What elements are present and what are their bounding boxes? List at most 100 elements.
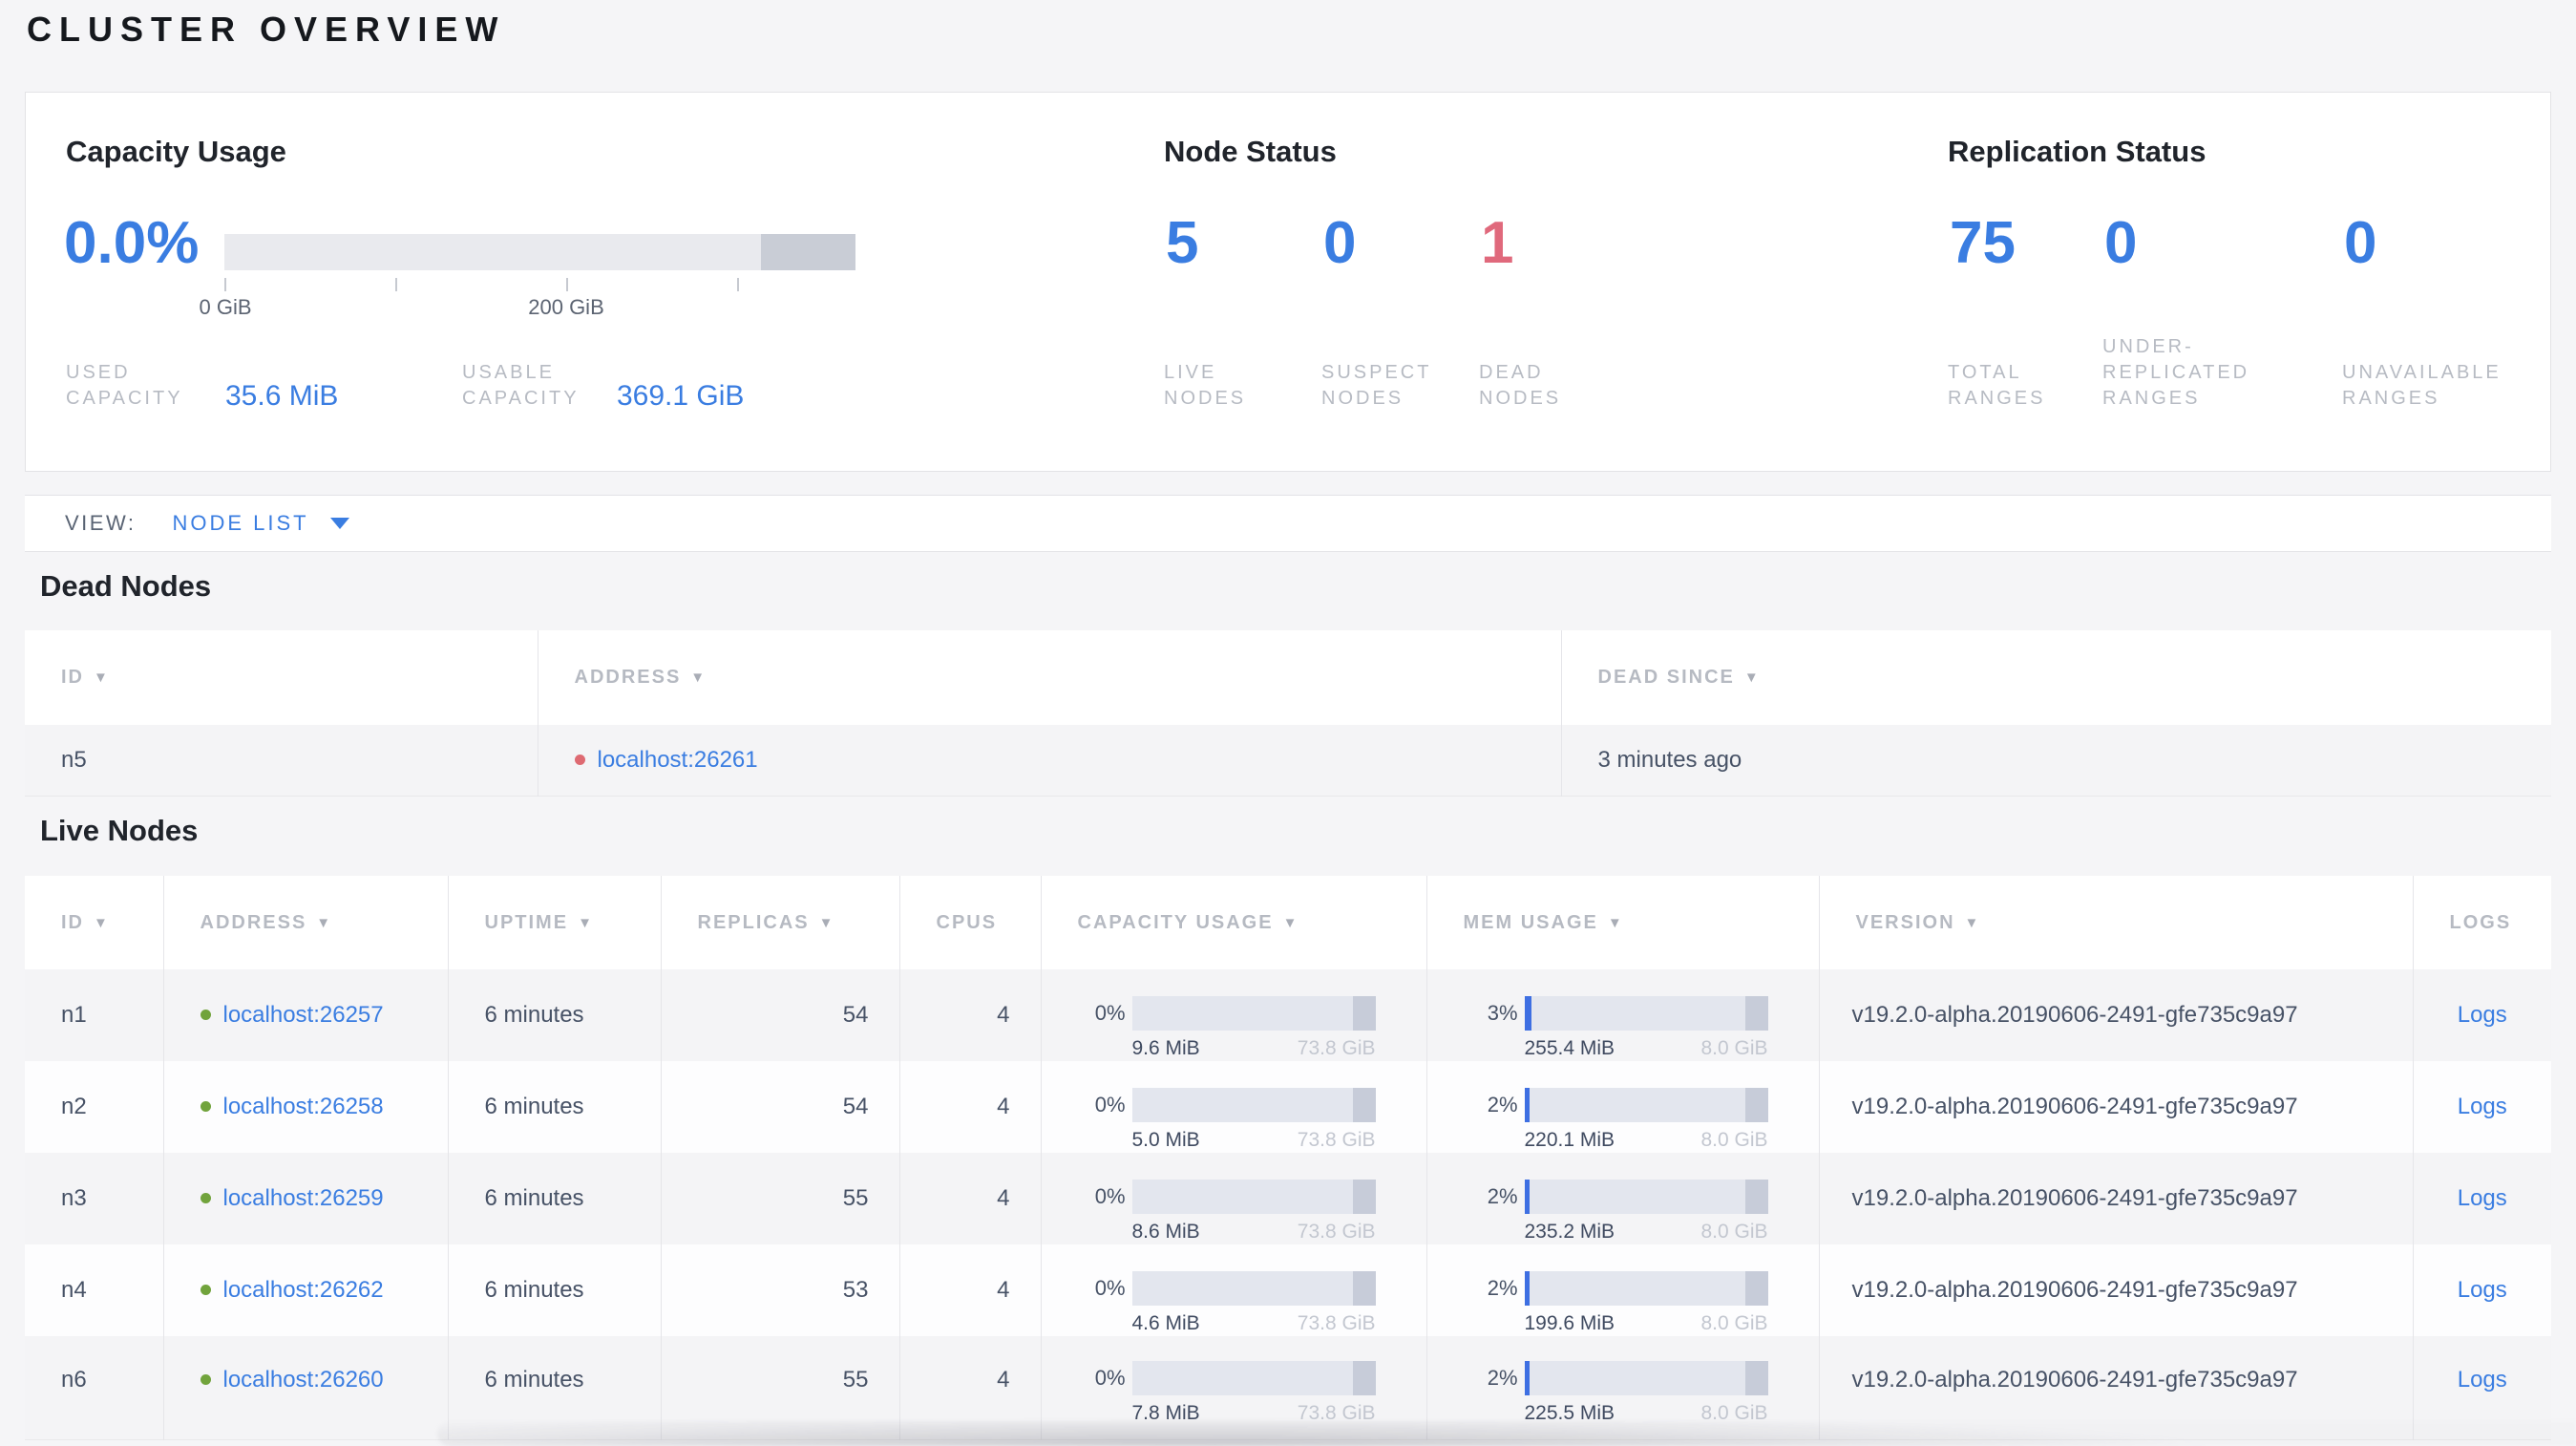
logs-link[interactable]: Logs xyxy=(2458,1367,2507,1393)
version-cell: v19.2.0-alpha.20190606-2491-gfe735c9a97 xyxy=(1818,1153,2413,1244)
dead-nodes-header-row: ID ADDRESS DEAD SINCE xyxy=(25,630,2551,725)
cpus-cell: 4 xyxy=(898,1153,1041,1244)
mem-usage-bar xyxy=(1524,995,1768,1031)
live-col-replicas[interactable]: REPLICAS xyxy=(660,876,899,969)
uptime-cell: 6 minutes xyxy=(447,969,661,1061)
node-id-cell: n3 xyxy=(25,1153,163,1244)
capacity-axis-tick xyxy=(395,278,397,291)
dead-nodes-title: Dead Nodes xyxy=(40,569,212,603)
cpus-cell: 4 xyxy=(898,1061,1041,1153)
dead-nodes-count: 1 xyxy=(1481,210,1514,276)
node-address-link[interactable]: localhost:26259 xyxy=(223,1185,384,1211)
capacity-axis-label-0: 0 GiB xyxy=(199,295,252,319)
capacity-usage-bar xyxy=(1131,1087,1376,1122)
node-status-heading: Node Status xyxy=(1164,135,1337,168)
usable-capacity-value: 369.1 GiB xyxy=(617,380,745,412)
unavailable-ranges-count: 0 xyxy=(2344,210,2377,276)
table-row: n1 localhost:26257 6 minutes 54 4 0% 9.6… xyxy=(25,969,2551,1061)
sort-desc-icon xyxy=(690,670,707,686)
live-col-mem-usage[interactable]: MEM USAGE xyxy=(1425,876,1819,969)
live-nodes-table: ID ADDRESS UPTIME REPLICAS CPUS CAPACITY… xyxy=(25,876,2551,1440)
live-nodes-count: 5 xyxy=(1166,210,1199,276)
mem-usage-bar xyxy=(1524,1270,1768,1306)
node-id-cell: n4 xyxy=(25,1244,163,1336)
capacity-bar-reserved-segment xyxy=(760,234,855,270)
live-col-uptime[interactable]: UPTIME xyxy=(447,876,661,969)
live-col-cpus: CPUS xyxy=(898,876,1041,969)
replicas-cell: 53 xyxy=(660,1244,899,1336)
dead-col-address[interactable]: ADDRESS xyxy=(537,630,1561,725)
capacity-usage-cell: 0% 9.6 MiB 73.8 GiB xyxy=(1040,969,1426,1061)
replicas-cell: 54 xyxy=(660,969,899,1061)
replication-status-heading: Replication Status xyxy=(1948,135,2206,168)
node-address-link[interactable]: localhost:26260 xyxy=(223,1367,384,1393)
node-id-cell: n1 xyxy=(25,969,163,1061)
total-ranges-label: TOTAL RANGES xyxy=(1948,362,2046,409)
dead-col-dead-since[interactable]: DEAD SINCE xyxy=(1560,630,2551,725)
sort-desc-icon xyxy=(1608,915,1624,931)
capacity-axis-tick xyxy=(224,278,226,291)
logs-link[interactable]: Logs xyxy=(2458,1002,2507,1028)
logs-link[interactable]: Logs xyxy=(2458,1094,2507,1119)
view-bar: VIEW: NODE LIST xyxy=(25,495,2551,552)
summary-card: Capacity Usage 0.0% 0 GiB 200 GiB USED C… xyxy=(25,92,2551,472)
uptime-cell: 6 minutes xyxy=(447,1153,661,1244)
logs-cell: Logs xyxy=(2412,1244,2551,1336)
table-row: n5 localhost:26261 3 minutes ago xyxy=(25,725,2551,797)
version-cell: v19.2.0-alpha.20190606-2491-gfe735c9a97 xyxy=(1818,1244,2413,1336)
logs-cell: Logs xyxy=(2412,1153,2551,1244)
horizontal-scrollbar-thumb[interactable] xyxy=(437,1421,2576,1446)
under-replicated-ranges-count: 0 xyxy=(2104,210,2138,276)
page-title: CLUSTER OVERVIEW xyxy=(27,10,506,49)
node-live-icon xyxy=(200,1374,211,1385)
capacity-usage-bar xyxy=(1131,1270,1376,1306)
live-col-capacity-usage[interactable]: CAPACITY USAGE xyxy=(1040,876,1426,969)
mem-usage-cell: 2% 220.1 MiB 8.0 GiB xyxy=(1425,1061,1819,1153)
under-replicated-ranges-label: UNDER-REPLICATED RANGES xyxy=(2102,336,2250,409)
node-address-link[interactable]: localhost:26257 xyxy=(223,1002,384,1028)
node-live-icon xyxy=(200,1285,211,1295)
capacity-usage-bar xyxy=(1131,1179,1376,1214)
replicas-cell: 55 xyxy=(660,1153,899,1244)
dead-nodes-label: DEAD NODES xyxy=(1479,362,1562,409)
live-col-version[interactable]: VERSION xyxy=(1818,876,2413,969)
mem-usage-bar xyxy=(1524,1179,1768,1214)
mem-usage-cell: 2% 199.6 MiB 8.0 GiB xyxy=(1425,1244,1819,1336)
live-col-id[interactable]: ID xyxy=(25,876,163,969)
sort-desc-icon xyxy=(578,915,594,931)
mem-usage-bar xyxy=(1524,1361,1768,1395)
capacity-percent: 0.0% xyxy=(64,210,200,276)
cluster-overview-page: CLUSTER OVERVIEW Capacity Usage 0.0% 0 G… xyxy=(0,0,2576,1446)
node-address-link[interactable]: localhost:26258 xyxy=(223,1094,384,1119)
suspect-nodes-count: 0 xyxy=(1323,210,1357,276)
node-dead-icon xyxy=(574,755,585,765)
capacity-axis-tick xyxy=(566,278,568,291)
capacity-axis-tick xyxy=(737,278,739,291)
sort-desc-icon xyxy=(819,915,835,931)
table-row: n3 localhost:26259 6 minutes 55 4 0% 8.6… xyxy=(25,1153,2551,1244)
dead-nodes-table: ID ADDRESS DEAD SINCE n5 localhost:26261… xyxy=(25,630,2551,797)
capacity-usage-cell: 0% 8.6 MiB 73.8 GiB xyxy=(1040,1153,1426,1244)
node-address-link[interactable]: localhost:26261 xyxy=(598,747,758,773)
node-address-cell: localhost:26260 xyxy=(162,1336,448,1440)
mem-usage-cell: 3% 255.4 MiB 8.0 GiB xyxy=(1425,969,1819,1061)
live-nodes-title: Live Nodes xyxy=(40,814,199,847)
node-live-icon xyxy=(200,1193,211,1203)
capacity-usage-cell: 0% 4.6 MiB 73.8 GiB xyxy=(1040,1244,1426,1336)
table-row: n4 localhost:26262 6 minutes 53 4 0% 4.6… xyxy=(25,1244,2551,1336)
logs-link[interactable]: Logs xyxy=(2458,1185,2507,1211)
uptime-cell: 6 minutes xyxy=(447,1061,661,1153)
sort-desc-icon xyxy=(1965,915,1981,931)
cpus-cell: 4 xyxy=(898,969,1041,1061)
logs-link[interactable]: Logs xyxy=(2458,1277,2507,1303)
node-live-icon xyxy=(200,1101,211,1112)
dead-col-id[interactable]: ID xyxy=(25,630,538,725)
view-selector[interactable]: NODE LIST xyxy=(172,511,349,536)
capacity-usage-heading: Capacity Usage xyxy=(66,135,286,168)
live-col-address[interactable]: ADDRESS xyxy=(162,876,448,969)
node-address-link[interactable]: localhost:26262 xyxy=(223,1277,384,1303)
node-address-cell: localhost:26257 xyxy=(162,969,448,1061)
logs-cell: Logs xyxy=(2412,969,2551,1061)
capacity-axis-label-200: 200 GiB xyxy=(528,295,604,319)
capacity-usage-bar xyxy=(224,234,855,270)
